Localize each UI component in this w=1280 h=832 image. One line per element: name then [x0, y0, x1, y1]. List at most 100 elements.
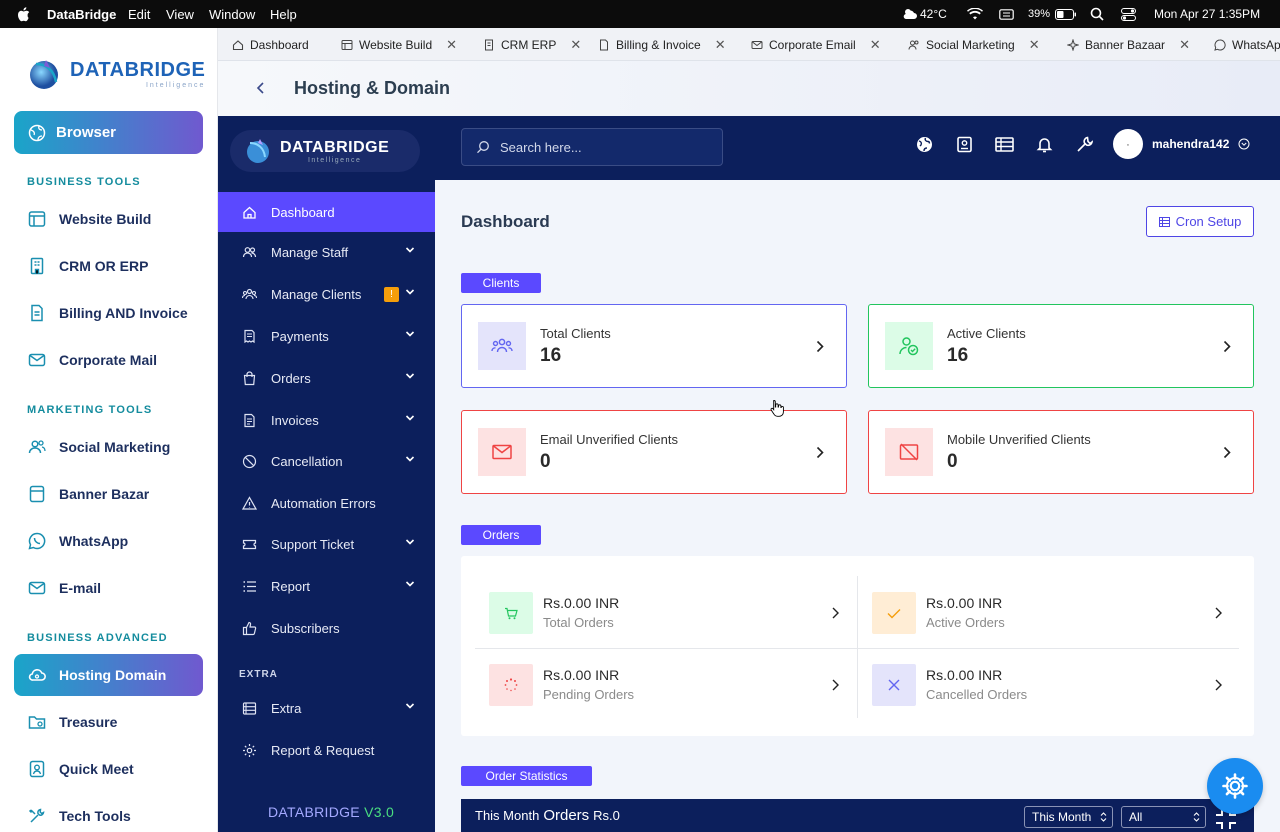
list-icon: [1158, 216, 1170, 227]
nav-automation-errors[interactable]: Automation Errors: [218, 483, 435, 523]
sidebar-item-whatsapp[interactable]: WhatsApp: [28, 529, 128, 553]
sidebar-item-tech-tools[interactable]: Tech Tools: [28, 804, 131, 828]
tab-dashboard[interactable]: Dashboard: [232, 28, 309, 60]
cron-setup-button[interactable]: Cron Setup: [1146, 206, 1254, 237]
dashboard-logo[interactable]: DATABRIDGE Intelligence: [230, 130, 420, 172]
menu-window[interactable]: Window: [209, 0, 255, 28]
tab-banner-bazaar[interactable]: Banner Bazaar ✕: [1067, 28, 1190, 60]
id-card-icon[interactable]: [956, 136, 973, 153]
tab-social-marketing[interactable]: Social Marketing ✕: [908, 28, 1040, 60]
nav-orders[interactable]: Orders: [218, 358, 435, 398]
close-icon[interactable]: ✕: [1179, 37, 1190, 53]
pending-orders-item[interactable]: Rs.0.00 INR Pending Orders: [489, 653, 849, 717]
mobile-unverified-card[interactable]: Mobile Unverified Clients 0: [868, 410, 1254, 494]
menu-edit[interactable]: Edit: [128, 0, 150, 28]
document-icon: [600, 39, 608, 50]
mail-icon: [28, 579, 46, 597]
globe-icon[interactable]: [916, 136, 933, 153]
nav-label: Manage Clients: [271, 286, 362, 302]
logo-text: DATABRIDGE: [280, 138, 390, 156]
nav-label: Invoices: [271, 412, 319, 428]
nav-extra[interactable]: Extra: [218, 688, 435, 728]
nav-cancellation[interactable]: Cancellation: [218, 441, 435, 481]
check-icon: [872, 592, 916, 634]
chevron-down-icon[interactable]: [405, 580, 415, 588]
chevron-down-icon[interactable]: [405, 246, 415, 254]
control-center-icon[interactable]: [1119, 0, 1137, 28]
settings-fab[interactable]: [1207, 758, 1263, 814]
close-icon[interactable]: ✕: [446, 37, 457, 53]
chevron-down-icon[interactable]: [405, 702, 415, 710]
page-header: Hosting & Domain: [218, 61, 1280, 116]
sidebar-item-billing-invoice[interactable]: Billing AND Invoice: [28, 301, 188, 325]
order-label: Pending Orders: [543, 687, 635, 702]
filter-select[interactable]: All: [1121, 806, 1206, 828]
menu-help[interactable]: Help: [270, 0, 297, 28]
back-chevron-icon[interactable]: [254, 80, 268, 96]
sidebar-item-treasure[interactable]: Treasure: [28, 710, 117, 734]
wifi-icon[interactable]: [966, 0, 984, 28]
sidebar-item-corporate-mail[interactable]: Corporate Mail: [28, 348, 157, 372]
datetime[interactable]: Mon Apr 27 1:35PM: [1154, 0, 1260, 28]
nav-dashboard[interactable]: Dashboard: [218, 192, 435, 232]
close-icon[interactable]: ✕: [570, 37, 581, 53]
tab-crm-erp[interactable]: CRM ERP ✕: [483, 28, 581, 60]
total-clients-card[interactable]: Total Clients 16: [461, 304, 847, 388]
whatsapp-icon: [28, 532, 46, 550]
close-icon[interactable]: ✕: [1029, 37, 1040, 53]
browser-button[interactable]: Browser: [14, 111, 203, 154]
sidebar-item-banner-bazar[interactable]: Banner Bazar: [28, 482, 149, 506]
nav-invoices[interactable]: Invoices: [218, 400, 435, 440]
sidebar-item-website-build[interactable]: Website Build: [28, 207, 151, 231]
tab-billing-invoice[interactable]: Billing & Invoice ✕: [598, 28, 726, 60]
search-input[interactable]: [500, 139, 700, 155]
bell-icon[interactable]: [1036, 136, 1053, 153]
active-clients-card[interactable]: Active Clients 16: [868, 304, 1254, 388]
nav-report-request[interactable]: Report & Request: [218, 730, 435, 770]
nav-manage-staff[interactable]: Manage Staff: [218, 232, 435, 272]
nav-payments[interactable]: Payments: [218, 316, 435, 356]
sidebar-label: Corporate Mail: [59, 352, 158, 368]
chevron-down-icon[interactable]: [405, 288, 415, 296]
keyboard-icon[interactable]: [997, 0, 1015, 28]
nav-support-ticket[interactable]: Support Ticket: [218, 524, 435, 564]
thumbs-up-icon: [242, 621, 257, 635]
table-icon[interactable]: [995, 136, 1014, 153]
close-icon[interactable]: ✕: [870, 37, 881, 53]
spinner-icon: [489, 664, 533, 706]
chevron-down-icon[interactable]: [405, 538, 415, 546]
apple-icon[interactable]: [14, 0, 32, 28]
email-unverified-card[interactable]: Email Unverified Clients 0: [461, 410, 847, 494]
active-orders-item[interactable]: Rs.0.00 INR Active Orders: [872, 581, 1232, 645]
user-menu[interactable]: ● mahendra142: [1113, 129, 1250, 159]
nav-subscribers[interactable]: Subscribers: [218, 608, 435, 648]
close-icon[interactable]: ✕: [715, 37, 726, 53]
wrench-icon[interactable]: [1076, 136, 1093, 153]
menu-view[interactable]: View: [166, 0, 194, 28]
search-box[interactable]: [461, 128, 723, 166]
extra-section-title: EXTRA: [239, 669, 278, 680]
app-name[interactable]: DataBridge: [47, 0, 116, 28]
nav-report[interactable]: Report: [218, 566, 435, 606]
sidebar-item-quick-meet[interactable]: Quick Meet: [28, 757, 134, 781]
sidebar-item-social-marketing[interactable]: Social Marketing: [28, 435, 170, 459]
nav-manage-clients[interactable]: Manage Clients !: [218, 274, 435, 314]
app-logo[interactable]: DATABRIDGE Intelligence: [26, 56, 205, 92]
tab-corporate-email[interactable]: Corporate Email ✕: [751, 28, 881, 60]
tab-bar: Dashboard Website Build ✕ CRM ERP ✕ Bill…: [218, 28, 1280, 61]
sidebar-label: Social Marketing: [59, 439, 171, 455]
period-select[interactable]: This Month: [1024, 806, 1113, 828]
sidebar-item-hosting-domain[interactable]: Hosting Domain: [14, 654, 203, 696]
chevron-down-icon[interactable]: [405, 455, 415, 463]
tab-whatsapp[interactable]: WhatsAp: [1214, 28, 1280, 60]
total-orders-item[interactable]: Rs.0.00 INR Total Orders: [489, 581, 849, 645]
chevron-down-icon[interactable]: [405, 414, 415, 422]
cancelled-orders-item[interactable]: Rs.0.00 INR Cancelled Orders: [872, 653, 1232, 717]
chevron-down-icon[interactable]: [405, 330, 415, 338]
spotlight-search-icon[interactable]: [1088, 0, 1106, 28]
sidebar-item-crm-erp[interactable]: CRM OR ERP: [28, 254, 148, 278]
sidebar-item-email[interactable]: E-mail: [28, 576, 101, 600]
battery-icon[interactable]: [1054, 0, 1078, 28]
tab-website-build[interactable]: Website Build ✕: [341, 28, 457, 60]
chevron-down-icon[interactable]: [405, 372, 415, 380]
